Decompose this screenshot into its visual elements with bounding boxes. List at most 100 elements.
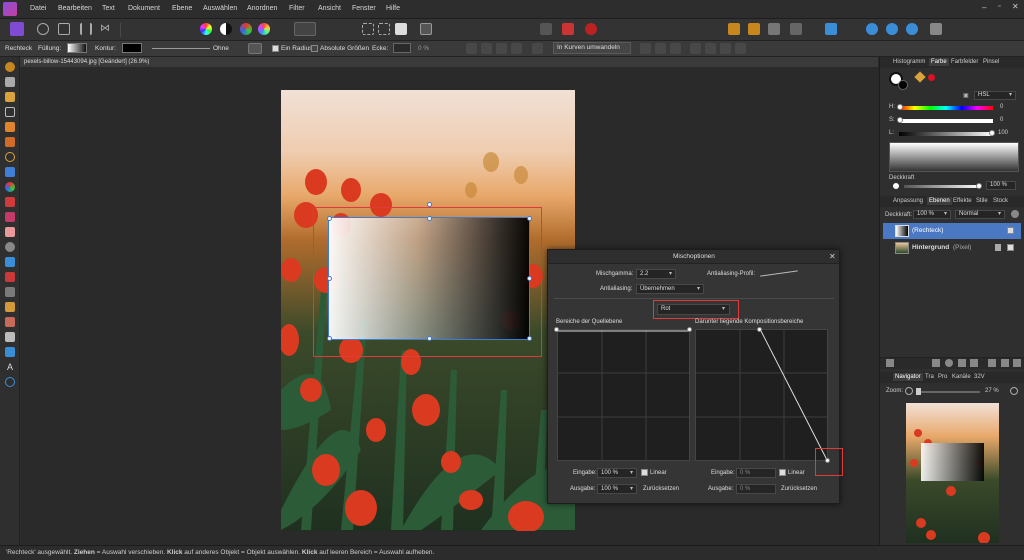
layer-folder-icon[interactable] <box>988 359 996 367</box>
dest-range-graph[interactable] <box>695 329 828 461</box>
corner-type-dropdown[interactable] <box>393 43 411 53</box>
patch-tool-icon[interactable] <box>5 302 15 312</box>
layer-row-background[interactable]: Hintergrund (Pixel) <box>883 240 1021 256</box>
lasso-tool-icon[interactable] <box>5 152 15 162</box>
tab-transform[interactable]: Tra <box>925 374 934 380</box>
layer-delete-icon[interactable] <box>1013 359 1021 367</box>
hand-tool-icon[interactable] <box>5 62 15 72</box>
tone-mapping-persona-icon[interactable] <box>80 23 92 35</box>
gamma-field[interactable]: 2.2 ▾ <box>636 269 676 279</box>
tab-adjustment[interactable]: Anpassung <box>893 198 923 204</box>
preferences-icon[interactable] <box>906 23 918 35</box>
lightness-slider[interactable] <box>899 132 993 136</box>
menu-window[interactable]: Fenster <box>352 5 376 12</box>
menu-layer[interactable]: Ebene <box>172 5 192 12</box>
align-middle-icon[interactable] <box>705 43 716 54</box>
align-icon[interactable] <box>748 23 760 35</box>
stroke-swatch[interactable] <box>122 43 142 53</box>
layer-visible-checkbox-background[interactable] <box>1007 244 1014 251</box>
h-value[interactable]: 0 <box>1000 104 1003 110</box>
radius-checkbox[interactable] <box>272 45 279 52</box>
navigator-thumbnail[interactable] <box>906 403 999 543</box>
tab-channels[interactable]: Kanäle <box>952 374 971 380</box>
layer-stack-icon[interactable] <box>886 359 894 367</box>
erase-tool-icon[interactable] <box>5 227 15 237</box>
ctx-icon-2[interactable] <box>481 43 492 54</box>
source-reset-button[interactable]: Zurücksetzen <box>643 486 679 492</box>
refine-icon[interactable] <box>395 23 407 35</box>
corner-value[interactable]: 0 % <box>418 45 429 52</box>
flood-select-icon[interactable] <box>5 137 15 147</box>
tab-stock[interactable]: Stock <box>993 198 1008 204</box>
mixer-brush-icon[interactable] <box>5 212 15 222</box>
opacity-slider[interactable] <box>904 185 980 188</box>
tab-layers[interactable]: Ebenen <box>927 197 952 205</box>
ctx-icon-1[interactable] <box>466 43 477 54</box>
fill-swatch[interactable] <box>67 43 87 53</box>
smudge-tool-icon[interactable] <box>5 287 15 297</box>
hue-slider[interactable] <box>899 106 993 110</box>
layer-mask-icon[interactable] <box>932 359 940 367</box>
dest-reset-button[interactable]: Zurücksetzen <box>781 486 817 492</box>
zoom-slider[interactable] <box>916 391 980 393</box>
arrange-icon[interactable] <box>728 23 740 35</box>
menu-help[interactable]: Hilfe <box>386 5 400 12</box>
align-right-icon[interactable] <box>670 43 681 54</box>
transform-icon[interactable] <box>768 23 780 35</box>
aa-dropdown[interactable]: Übernehmen ▾ <box>636 284 704 294</box>
absolute-checkbox[interactable] <box>311 45 318 52</box>
menu-view[interactable]: Ansicht <box>318 5 341 12</box>
zoom-slider-thumb[interactable] <box>916 388 921 395</box>
blemish-tool-icon[interactable] <box>5 272 15 282</box>
dest-output-field[interactable]: 0 % <box>736 484 776 494</box>
source-node-left[interactable] <box>554 327 559 332</box>
color-wheel-icon[interactable] <box>200 23 212 35</box>
source-linear-checkbox[interactable] <box>641 469 648 476</box>
tab-brushes[interactable]: Pinsel <box>983 59 999 65</box>
layer-visible-checkbox-rectangle[interactable] <box>1007 227 1014 234</box>
contrast-icon[interactable] <box>220 23 232 35</box>
layer-fx-icon[interactable] <box>958 359 966 367</box>
layer-brush-icon[interactable] <box>970 359 978 367</box>
grid-icon[interactable] <box>540 23 552 35</box>
rect-mask-icon[interactable] <box>420 23 432 35</box>
gradient-tool-icon[interactable] <box>5 182 15 192</box>
menu-select[interactable]: Auswählen <box>203 5 237 12</box>
assistant-icon[interactable] <box>866 23 878 35</box>
l-value[interactable]: 100 <box>998 130 1008 136</box>
menu-file[interactable]: Datei <box>30 5 46 12</box>
align-top-icon[interactable] <box>690 43 701 54</box>
app-logo-icon[interactable] <box>3 2 17 16</box>
gear-icon[interactable] <box>248 43 262 54</box>
clone-tool-icon[interactable] <box>5 257 15 267</box>
flip-icon[interactable] <box>562 23 574 35</box>
hsl-icon[interactable] <box>258 23 270 35</box>
distribute-icon[interactable] <box>825 23 837 35</box>
lightness-slider-thumb[interactable] <box>989 130 995 136</box>
close-icon[interactable]: ✕ <box>1012 2 1019 11</box>
snapping-icon[interactable] <box>585 23 597 35</box>
insert-icon[interactable] <box>790 23 802 35</box>
menu-edit[interactable]: Bearbeiten <box>58 5 92 12</box>
tab-swatches[interactable]: Farbfelder <box>951 59 978 65</box>
align-center-icon[interactable] <box>655 43 666 54</box>
menu-document[interactable]: Dokument <box>128 5 160 12</box>
opacity-field[interactable]: 100 % <box>986 181 1016 190</box>
hue-slider-thumb[interactable] <box>897 104 903 110</box>
rgb-icon[interactable] <box>240 23 252 35</box>
tab-navigator[interactable]: Navigator <box>893 373 923 381</box>
zoom-value[interactable]: 27 % <box>985 388 999 394</box>
rectangle-tool-icon[interactable] <box>5 347 15 357</box>
crop-tool-icon[interactable] <box>5 107 15 117</box>
zoom-in-icon[interactable] <box>1010 387 1018 395</box>
node-tool-icon[interactable] <box>5 332 15 342</box>
menu-arrange[interactable]: Anordnen <box>247 5 277 12</box>
photo-persona-icon[interactable] <box>10 22 24 36</box>
tab-32v[interactable]: 32V <box>974 374 985 380</box>
marquee-add-icon[interactable] <box>378 23 390 35</box>
minimize-icon[interactable]: – <box>982 3 986 12</box>
color-picker-icon[interactable] <box>5 92 15 102</box>
document-tab[interactable]: pexels-billow-15443094.jpg [Geändert] (2… <box>20 57 878 67</box>
zoom-out-icon[interactable] <box>905 387 913 395</box>
dodge-tool-icon[interactable] <box>5 242 15 252</box>
